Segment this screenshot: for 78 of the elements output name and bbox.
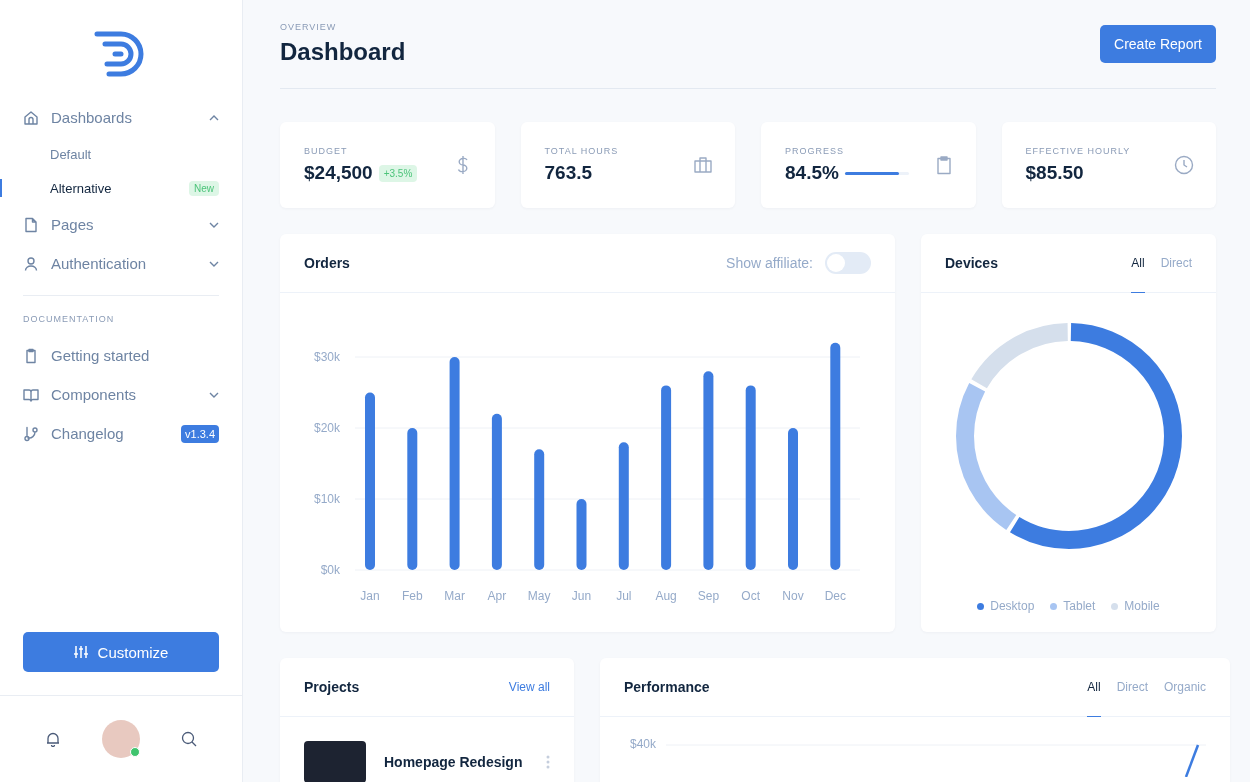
stat-value: 763.5 xyxy=(544,162,593,184)
chevron-icon xyxy=(209,114,219,121)
card-title: Performance xyxy=(624,679,710,695)
clock-icon xyxy=(1174,155,1194,175)
nav-item[interactable]: Authentication xyxy=(23,244,219,283)
stat-value: $24,500 xyxy=(304,162,373,184)
filter-tab[interactable]: All xyxy=(1087,658,1101,717)
create-report-button[interactable]: Create Report xyxy=(1100,25,1216,63)
new-badge: New xyxy=(189,180,219,196)
x-axis-label: Oct xyxy=(741,589,761,603)
file-icon xyxy=(23,216,39,233)
book-icon xyxy=(23,386,39,403)
version-badge: v1.3.4 xyxy=(181,424,219,443)
project-name[interactable]: Homepage Redesign xyxy=(384,754,528,770)
legend-label: Tablet xyxy=(1063,599,1096,613)
nav-item[interactable]: Components xyxy=(23,375,219,414)
card-title: Devices xyxy=(945,255,998,271)
sliders-icon xyxy=(73,645,88,659)
legend-label: Desktop xyxy=(990,599,1035,613)
progress-bar xyxy=(844,171,909,175)
y-axis-label: $20k xyxy=(313,421,340,435)
chevron-icon xyxy=(209,260,219,267)
section-heading: DOCUMENTATION xyxy=(22,314,116,324)
nav-item[interactable]: Pages xyxy=(23,205,219,244)
y-axis-label: $30k xyxy=(313,350,340,364)
x-axis-label: Jul xyxy=(616,589,632,603)
x-axis-label: Aug xyxy=(655,589,677,603)
x-axis-label: Dec xyxy=(824,589,846,603)
sub-nav-item[interactable]: Default xyxy=(23,137,219,171)
filter-tab[interactable]: Organic xyxy=(1164,658,1207,717)
x-axis-label: May xyxy=(527,589,551,603)
more-icon[interactable] xyxy=(546,755,550,769)
view-all-link[interactable]: View all xyxy=(508,680,550,694)
x-axis-label: Apr xyxy=(487,589,507,603)
sub-nav-label: Default xyxy=(50,146,93,162)
x-axis-label: Sep xyxy=(697,589,720,603)
affiliate-toggle[interactable] xyxy=(825,252,871,274)
x-axis-label: Jan xyxy=(360,589,380,603)
chevron-icon xyxy=(209,221,219,228)
x-axis-label: Jun xyxy=(571,589,592,603)
nav-item[interactable]: Dashboards xyxy=(23,98,219,137)
clipboard-icon xyxy=(23,347,39,364)
stat-label: PROGRESS xyxy=(785,146,845,156)
y-axis-label: $40k xyxy=(630,737,657,751)
x-axis-label: Mar xyxy=(444,589,465,603)
bar xyxy=(576,499,587,570)
stat-value: $85.50 xyxy=(1025,162,1084,184)
avatar[interactable] xyxy=(102,720,140,758)
filter-tab[interactable]: Direct xyxy=(1116,658,1148,717)
page-title: Dashboard xyxy=(280,38,406,66)
search-icon[interactable] xyxy=(181,731,198,747)
user-icon xyxy=(23,255,39,272)
home-icon xyxy=(23,109,39,126)
stat-label: BUDGET xyxy=(304,146,349,156)
change-badge: +3.5% xyxy=(378,164,418,182)
briefcase-icon xyxy=(693,155,713,175)
y-axis-label: $10k xyxy=(313,492,340,506)
stat-label: TOTAL HOURS xyxy=(544,146,620,156)
toggle-label: Show affiliate: xyxy=(726,255,813,271)
branch-icon xyxy=(23,425,39,442)
stat-label: EFFECTIVE HOURLY xyxy=(1025,146,1132,156)
nav-item[interactable]: Getting started xyxy=(23,336,219,375)
x-axis-label: Nov xyxy=(782,589,804,603)
photo-placeholder xyxy=(304,741,366,782)
stat-value: 84.5% xyxy=(785,162,839,184)
chevron-icon xyxy=(209,391,219,398)
filter-tab[interactable]: All xyxy=(1131,234,1145,293)
filter-tab[interactable]: Direct xyxy=(1160,234,1192,293)
x-axis-label: Feb xyxy=(401,589,423,603)
sub-nav-label: Alternative xyxy=(50,180,113,196)
customize-button[interactable]: Customize xyxy=(23,632,219,672)
card-title: Projects xyxy=(304,679,360,695)
legend-label: Mobile xyxy=(1124,599,1160,613)
card-title: Orders xyxy=(304,255,350,271)
nav-item[interactable]: Changelog v1.3.4 xyxy=(23,414,219,453)
bell-icon[interactable] xyxy=(44,731,61,747)
y-axis-label: $0k xyxy=(320,563,340,577)
page-pretitle: OVERVIEW xyxy=(280,22,338,32)
